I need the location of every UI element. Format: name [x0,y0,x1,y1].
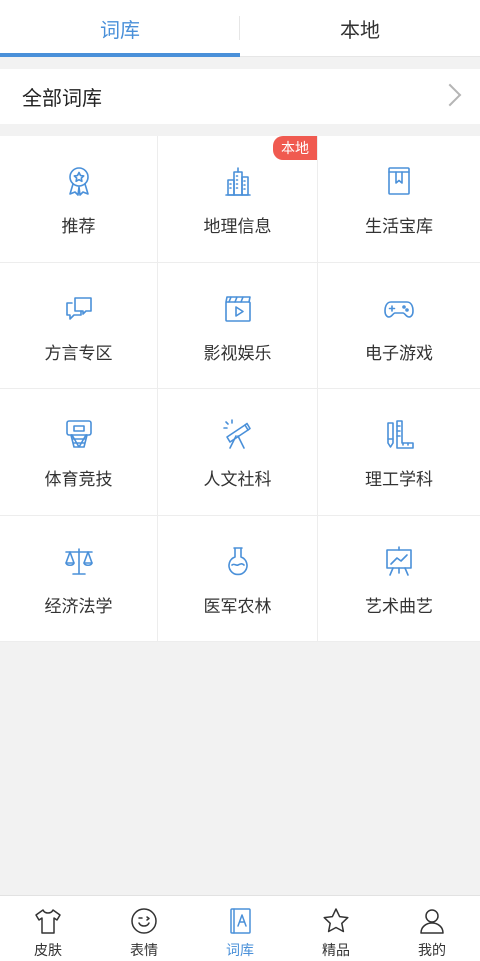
user-icon [417,906,447,936]
star-icon [321,906,351,936]
category-label: 推荐 [61,217,96,237]
smiley-icon [129,906,159,936]
category-humanities[interactable]: 人文社科 [158,389,318,516]
tshirt-icon [33,906,63,936]
nav-label: 词库 [226,943,254,959]
nav-label: 表情 [130,943,158,959]
category-arts[interactable]: 艺术曲艺 [318,516,480,642]
telescope-icon [221,417,255,451]
nav-skin[interactable]: 皮肤 [0,896,96,961]
category-label: 电子游戏 [365,343,433,364]
pencil-ruler-icon [382,417,416,451]
nav-mine[interactable]: 我的 [384,896,480,961]
category-label: 影视娱乐 [203,343,272,364]
chevron-right-icon [438,83,462,107]
category-label: 地理信息 [203,217,272,237]
category-dialect[interactable]: 方言专区 [0,262,158,389]
gamepad-icon [382,291,416,325]
category-label: 理工学科 [365,470,433,490]
easel-icon [382,544,416,578]
all-dictionaries-label: 全部词库 [22,86,102,110]
nav-label: 我的 [418,943,446,959]
scales-icon [62,544,96,578]
nav-featured[interactable]: 精品 [288,896,384,961]
category-label: 人文社科 [203,470,272,490]
tab-dictionary[interactable]: 词库 [0,0,240,57]
city-buildings-icon [221,164,255,198]
category-label: 方言专区 [44,343,113,364]
bookmark-book-icon [382,164,416,198]
category-sports[interactable]: 体育竞技 [0,389,158,516]
category-life[interactable]: 生活宝库 [318,136,480,263]
local-badge: 本地 [273,136,317,160]
category-recommend[interactable]: 推荐 [0,136,158,263]
dictionary-a-icon [225,906,255,936]
nav-label: 皮肤 [34,943,62,959]
category-games[interactable]: 电子游戏 [318,263,480,389]
category-label: 经济法学 [44,596,113,617]
flask-icon [221,544,255,578]
nav-label: 精品 [322,943,350,959]
nav-emoji[interactable]: 表情 [96,896,192,961]
category-grid: 推荐 本地 地理信息 生活宝库 方言专区 影视娱乐 电子游戏 体育竞技 人文社科… [0,136,480,642]
clapperboard-icon [221,291,255,325]
nav-dictionary[interactable]: 词库 [192,896,288,961]
category-label: 生活宝库 [365,217,433,237]
category-economics-law[interactable]: 经济法学 [0,515,158,642]
category-label: 医军农林 [203,596,272,617]
category-medical[interactable]: 医军农林 [158,515,318,642]
category-science[interactable]: 理工学科 [318,389,480,516]
top-tab-bar: 词库 本地 [0,0,480,57]
category-entertainment[interactable]: 影视娱乐 [158,262,318,389]
all-dictionaries-row[interactable]: 全部词库 [0,69,480,124]
award-ribbon-icon [62,164,96,198]
category-label: 艺术曲艺 [365,596,433,617]
basketball-hoop-icon [62,417,96,451]
bottom-nav-bar: 皮肤 表情 词库 精品 我的 [0,895,480,961]
category-geography[interactable]: 本地 地理信息 [158,136,318,263]
chat-bubbles-icon [62,291,96,325]
category-label: 体育竞技 [44,470,113,490]
tab-local[interactable]: 本地 [240,0,480,56]
